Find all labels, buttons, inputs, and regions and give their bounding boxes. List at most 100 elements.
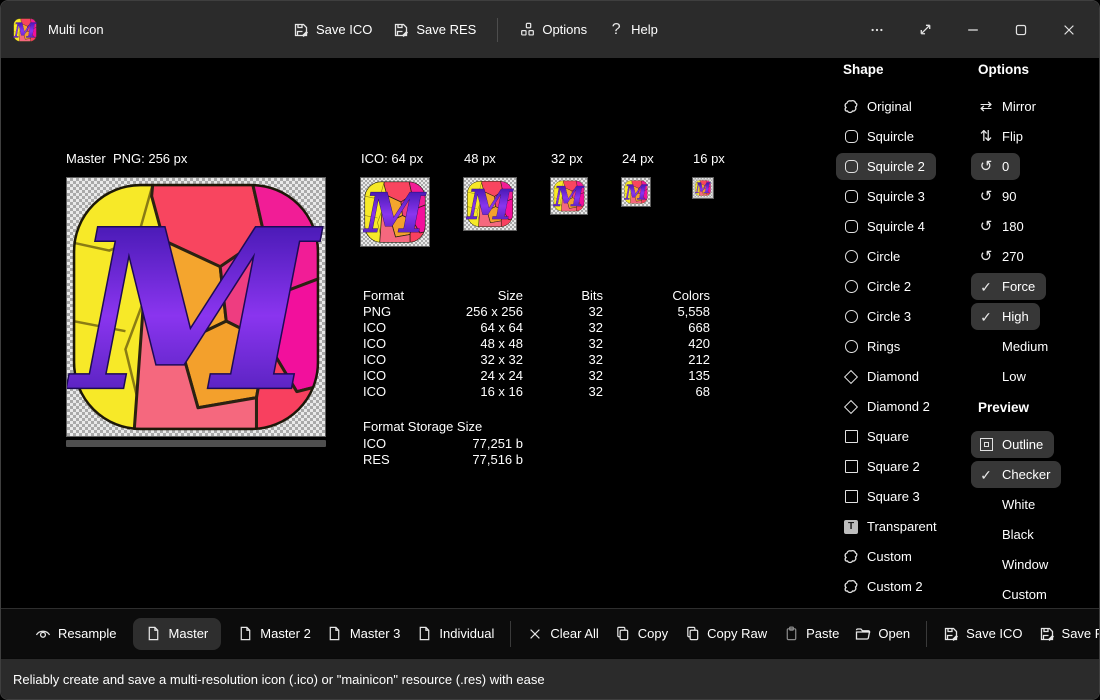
options-label: Options xyxy=(542,22,587,37)
shape-item-square-3[interactable]: Square 3 xyxy=(836,483,931,510)
save-ico-label: Save ICO xyxy=(966,626,1022,641)
table-cell: 24 x 24 xyxy=(421,368,523,384)
individual-tab-label: Individual xyxy=(439,626,494,641)
shape-item-transparent[interactable]: T Transparent xyxy=(836,513,948,540)
shape-panel: Shape Original Squircle Squircle 2 xyxy=(836,62,948,603)
shape-item-original[interactable]: Original xyxy=(836,93,923,120)
table-cell: 77,516 b xyxy=(421,452,523,468)
shape-item-label: Square xyxy=(867,429,909,444)
table-cell: 32 xyxy=(523,304,603,320)
shape-item-squircle[interactable]: Squircle xyxy=(836,123,925,150)
square-icon xyxy=(843,429,859,445)
save-icon xyxy=(943,626,959,642)
option-flip[interactable]: ⇅ Flip xyxy=(971,123,1034,150)
paste-button[interactable]: Paste xyxy=(783,626,839,642)
option-rotate-90[interactable]: ↺ 90 xyxy=(971,183,1027,210)
more-button[interactable] xyxy=(853,10,901,50)
option-label: 180 xyxy=(1002,219,1024,234)
shape-item-squircle-3[interactable]: Squircle 3 xyxy=(836,183,936,210)
toolbar-separator xyxy=(510,621,511,647)
table-cell: RES xyxy=(363,452,421,468)
open-button[interactable]: Open xyxy=(855,626,910,642)
titlebar-save-ico-button[interactable]: Save ICO xyxy=(293,22,372,38)
option-label: Flip xyxy=(1002,129,1023,144)
help-button[interactable]: ? Help xyxy=(608,22,658,38)
shape-item-circle[interactable]: Circle xyxy=(836,243,911,270)
shape-item-label: Square 2 xyxy=(867,459,920,474)
table-cell: 64 x 64 xyxy=(421,320,523,336)
titlebar-menu: Save ICO Save RES xyxy=(293,1,658,58)
option-quality-medium[interactable]: Medium xyxy=(971,333,1059,360)
option-quality-low[interactable]: Low xyxy=(971,363,1037,390)
table-cell: 32 x 32 xyxy=(421,352,523,368)
window-controls xyxy=(853,1,1093,58)
table-cell: 32 xyxy=(523,336,603,352)
preview-checker[interactable]: ✓ Checker xyxy=(971,461,1061,488)
expand-button[interactable] xyxy=(901,10,949,50)
save-icon xyxy=(1039,626,1055,642)
empty-icon xyxy=(978,527,994,543)
shape-item-square-2[interactable]: Square 2 xyxy=(836,453,931,480)
master-tab-label: Master xyxy=(169,626,209,641)
ico-64-art xyxy=(363,180,427,244)
option-rotate-180[interactable]: ↺ 180 xyxy=(971,213,1035,240)
preview-label-16: 16 px xyxy=(693,151,725,166)
master-3-tab[interactable]: Master 3 xyxy=(327,626,401,642)
rings-icon xyxy=(843,339,859,355)
preview-item-label: Window xyxy=(1002,557,1048,572)
option-label: 270 xyxy=(1002,249,1024,264)
shape-item-custom-2[interactable]: Custom 2 xyxy=(836,573,934,600)
titlebar-left: Multi Icon xyxy=(13,1,104,58)
table-cell: ICO xyxy=(363,436,421,452)
resample-button[interactable]: Resample xyxy=(35,626,117,642)
close-button[interactable] xyxy=(1045,10,1093,50)
table-cell: PNG xyxy=(363,304,421,320)
shape-item-circle-2[interactable]: Circle 2 xyxy=(836,273,922,300)
options-button[interactable]: Options xyxy=(519,22,587,38)
transparent-icon: T xyxy=(843,519,859,535)
shape-item-diamond-2[interactable]: Diamond 2 xyxy=(836,393,941,420)
master-tab[interactable]: Master xyxy=(133,618,222,650)
maximize-button[interactable] xyxy=(997,10,1045,50)
shape-item-rings[interactable]: Rings xyxy=(836,333,911,360)
preview-black[interactable]: Black xyxy=(971,521,1045,548)
shape-item-label: Custom 2 xyxy=(867,579,923,594)
rotate-icon: ↺ xyxy=(978,159,994,175)
shape-item-diamond[interactable]: Diamond xyxy=(836,363,930,390)
preview-outline[interactable]: Outline xyxy=(971,431,1054,458)
option-mirror[interactable]: ⇄ Mirror xyxy=(971,93,1047,120)
preview-list: Outline ✓ Checker White Black Window xyxy=(971,431,1061,611)
master-2-tab-label: Master 2 xyxy=(260,626,311,641)
square-icon xyxy=(843,489,859,505)
preview-label-24: 24 px xyxy=(622,151,654,166)
clear-all-button[interactable]: Clear All xyxy=(527,626,598,642)
preview-window[interactable]: Window xyxy=(971,551,1059,578)
shape-item-custom[interactable]: Custom xyxy=(836,543,923,570)
copy-raw-label: Copy Raw xyxy=(707,626,767,641)
copy-raw-button[interactable]: Copy Raw xyxy=(684,626,767,642)
option-rotate-0[interactable]: ↺ 0 xyxy=(971,153,1020,180)
option-force[interactable]: ✓ Force xyxy=(971,273,1046,300)
preview-custom[interactable]: Custom xyxy=(971,581,1058,608)
shape-item-circle-3[interactable]: Circle 3 xyxy=(836,303,922,330)
format-header: Format xyxy=(363,288,421,304)
preview-white[interactable]: White xyxy=(971,491,1046,518)
save-res-button[interactable]: Save RES xyxy=(1039,626,1100,642)
option-quality-high[interactable]: ✓ High xyxy=(971,303,1040,330)
option-rotate-270[interactable]: ↺ 270 xyxy=(971,243,1035,270)
preview-image-48 xyxy=(463,177,517,231)
individual-tab[interactable]: Individual xyxy=(416,626,494,642)
minimize-button[interactable] xyxy=(949,10,997,50)
master-2-tab[interactable]: Master 2 xyxy=(237,626,311,642)
master-slider[interactable] xyxy=(66,440,326,447)
shape-item-squircle-2[interactable]: Squircle 2 xyxy=(836,153,936,180)
save-ico-button[interactable]: Save ICO xyxy=(943,626,1022,642)
shape-item-square[interactable]: Square xyxy=(836,423,920,450)
resample-label: Resample xyxy=(58,626,117,641)
copy-button[interactable]: Copy xyxy=(615,626,668,642)
shape-item-squircle-4[interactable]: Squircle 4 xyxy=(836,213,936,240)
shape-item-label: Squircle xyxy=(867,129,914,144)
preview-image-16 xyxy=(692,177,714,199)
bottom-toolbar: Resample Master Master 2 xyxy=(1,608,1099,658)
titlebar-save-res-button[interactable]: Save RES xyxy=(393,22,476,38)
